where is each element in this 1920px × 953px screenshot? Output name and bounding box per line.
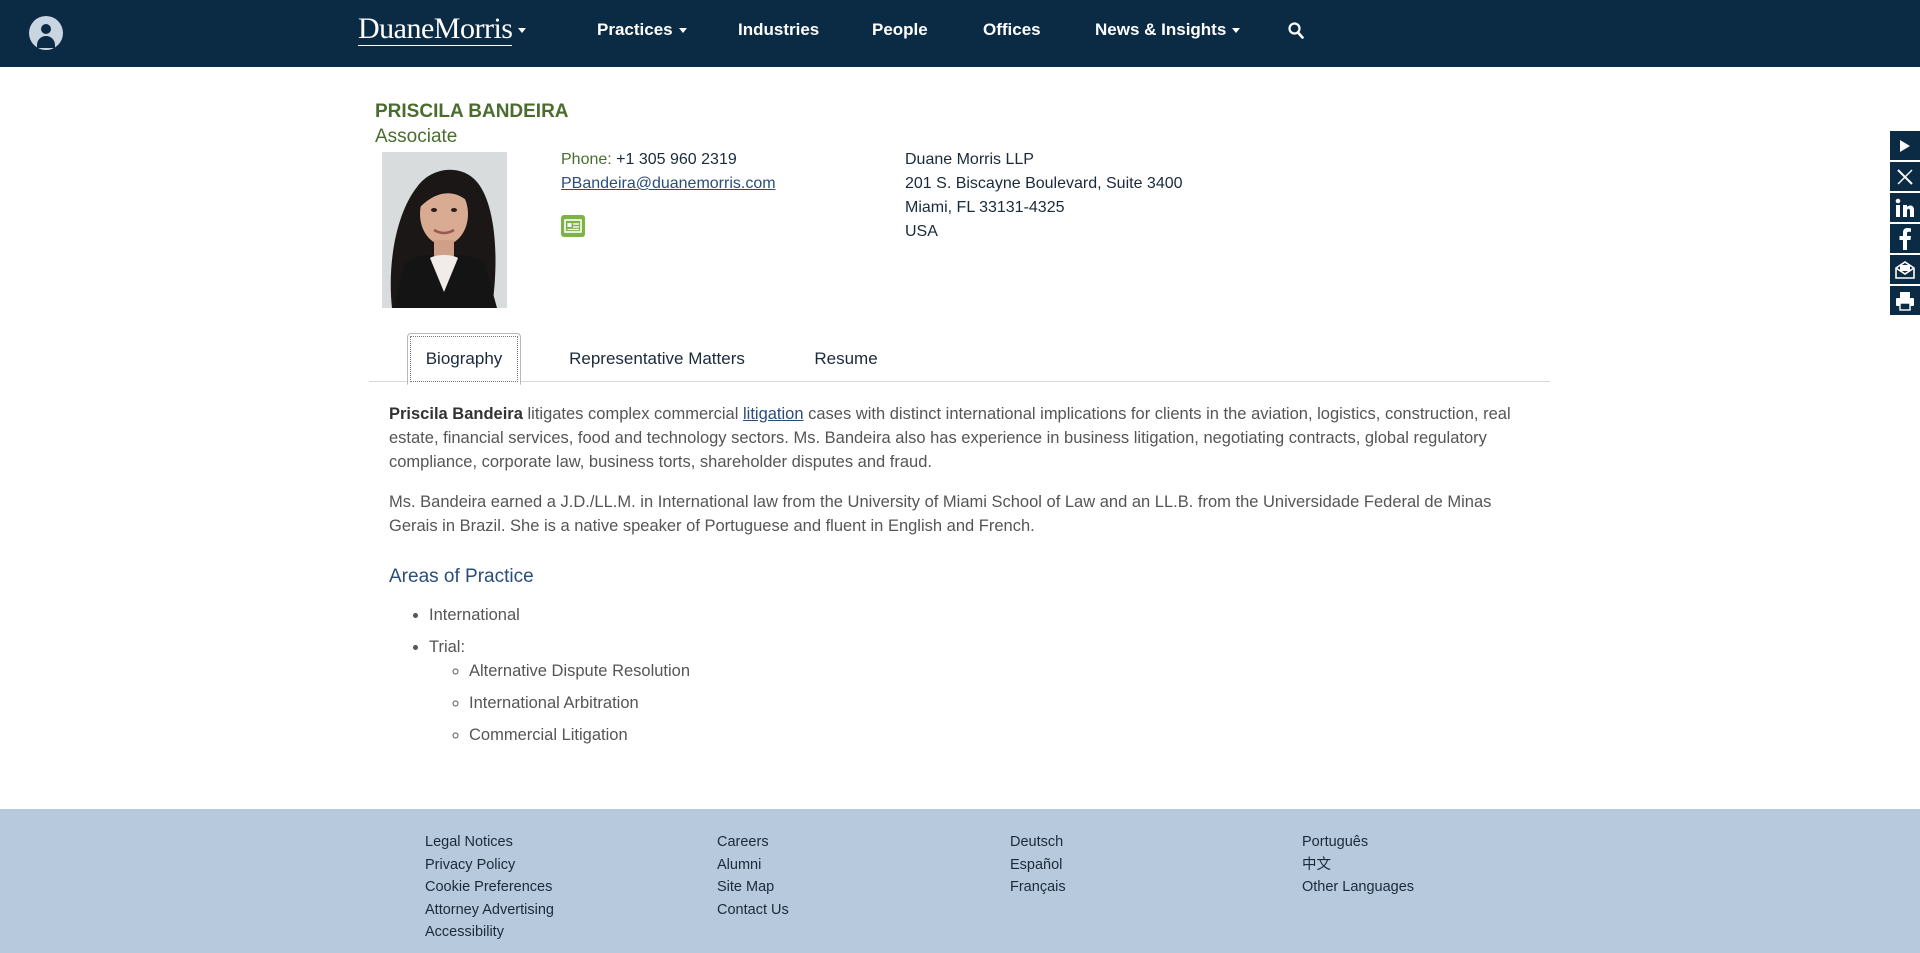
footer-col-legal: Legal Notices Privacy Policy Cookie Pref… (425, 831, 554, 944)
print-icon[interactable] (1890, 286, 1920, 315)
footer-link[interactable]: Careers (717, 831, 789, 854)
vcard-icon[interactable] (561, 215, 585, 237)
play-icon[interactable] (1890, 131, 1920, 160)
litigation-link[interactable]: litigation (743, 405, 804, 423)
bio-paragraph: Ms. Bandeira earned a J.D./LL.M. in Inte… (389, 493, 1492, 535)
list-item: Commercial Litigation (469, 723, 1534, 747)
list-item: International Arbitration (469, 691, 1534, 715)
footer-link[interactable]: Attorney Advertising (425, 899, 554, 922)
footer-link[interactable]: Other Languages (1302, 876, 1414, 899)
share-rail (1890, 131, 1920, 317)
office-address: Duane Morris LLP 201 S. Biscayne Bouleva… (905, 148, 1183, 244)
nav-news-insights-label: News & Insights (1095, 20, 1227, 39)
footer-col-languages: Deutsch Español Français (1010, 831, 1066, 899)
chevron-down-icon (518, 27, 527, 33)
phone-label: Phone: (561, 151, 612, 168)
nav-practices-label: Practices (597, 20, 673, 39)
footer-link[interactable]: Español (1010, 854, 1066, 877)
nav-offices[interactable]: Offices (983, 20, 1041, 40)
nav-industries[interactable]: Industries (738, 20, 819, 40)
nav-people-label: People (872, 20, 928, 39)
footer-link[interactable]: Privacy Policy (425, 854, 554, 877)
nav-news-insights[interactable]: News & Insights (1095, 20, 1241, 40)
tab-biography-label: Biography (425, 349, 503, 368)
x-icon[interactable] (1890, 162, 1920, 191)
nav-practices[interactable]: Practices (597, 20, 687, 40)
tab-biography[interactable]: Biography (407, 333, 521, 385)
bio-text: litigates complex commercial (522, 405, 743, 423)
email-link[interactable]: PBandeira@duanemorris.com (561, 175, 776, 192)
footer: Legal Notices Privacy Policy Cookie Pref… (0, 809, 1920, 953)
footer-link[interactable]: Français (1010, 876, 1066, 899)
attorney-photo (382, 152, 507, 308)
profile-tabs: Biography Representative Matters Resume (369, 330, 1550, 385)
biography-content: Priscila Bandeira litigates complex comm… (389, 402, 1534, 755)
footer-link[interactable]: Cookie Preferences (425, 876, 554, 899)
nav-industries-label: Industries (738, 20, 820, 39)
phone-number[interactable]: +1 305 960 2319 (616, 151, 737, 168)
logo[interactable]: Duane Morris (358, 12, 527, 46)
tab-representative-matters-label: Representative Matters (569, 349, 745, 368)
nav-offices-label: Offices (983, 20, 1041, 39)
nav-people[interactable]: People (872, 20, 928, 40)
areas-of-practice-list: International Trial: Alternative Dispute… (429, 603, 1534, 747)
footer-link[interactable]: Legal Notices (425, 831, 554, 854)
contact-info: Phone: +1 305 960 2319 PBandeira@duanemo… (561, 148, 776, 196)
user-icon[interactable] (29, 16, 63, 50)
bio-paragraph: Priscila Bandeira litigates complex comm… (389, 402, 1534, 474)
top-nav: Duane Morris Practices Industries People … (0, 0, 1920, 67)
list-item-label: Trial: (429, 638, 466, 656)
footer-col-languages-more: Português 中文 Other Languages (1302, 831, 1414, 899)
address-line: USA (905, 223, 938, 240)
attorney-title: Associate (375, 126, 458, 147)
trial-sublist: Alternative Dispute Resolution Internati… (469, 659, 1534, 747)
linkedin-icon[interactable] (1890, 193, 1920, 222)
footer-link[interactable]: 中文 (1302, 854, 1414, 877)
attorney-name: PRISCILA BANDEIRA (375, 101, 569, 122)
areas-of-practice-heading: Areas of Practice (389, 566, 534, 587)
footer-link[interactable]: Alumni (717, 854, 789, 877)
search-icon[interactable] (1288, 22, 1304, 40)
tab-representative-matters[interactable]: Representative Matters (555, 333, 759, 385)
bio-name: Priscila Bandeira (389, 405, 523, 423)
logo-text-left: Duane (358, 12, 434, 46)
email-icon[interactable] (1890, 255, 1920, 284)
footer-link[interactable]: Accessibility (425, 921, 554, 944)
logo-text-right: Morris (433, 12, 513, 46)
address-line: Miami, FL 33131-4325 (905, 199, 1065, 216)
tab-resume-label: Resume (814, 349, 878, 368)
phone-line: Phone: +1 305 960 2319 (561, 148, 776, 172)
chevron-down-icon (678, 27, 687, 33)
footer-col-company: Careers Alumni Site Map Contact Us (717, 831, 789, 921)
address-line: 201 S. Biscayne Boulevard, Suite 3400 (905, 175, 1183, 192)
footer-link[interactable]: Site Map (717, 876, 789, 899)
list-item: International (429, 603, 1534, 627)
footer-link[interactable]: Contact Us (717, 899, 789, 922)
footer-link[interactable]: Português (1302, 831, 1414, 854)
list-item: Alternative Dispute Resolution (469, 659, 1534, 683)
footer-link[interactable]: Deutsch (1010, 831, 1066, 854)
tab-resume[interactable]: Resume (789, 333, 903, 385)
list-item: Trial: Alternative Dispute Resolution In… (429, 635, 1534, 747)
chevron-down-icon (1232, 27, 1241, 33)
address-line: Duane Morris LLP (905, 151, 1034, 168)
facebook-icon[interactable] (1890, 224, 1920, 253)
